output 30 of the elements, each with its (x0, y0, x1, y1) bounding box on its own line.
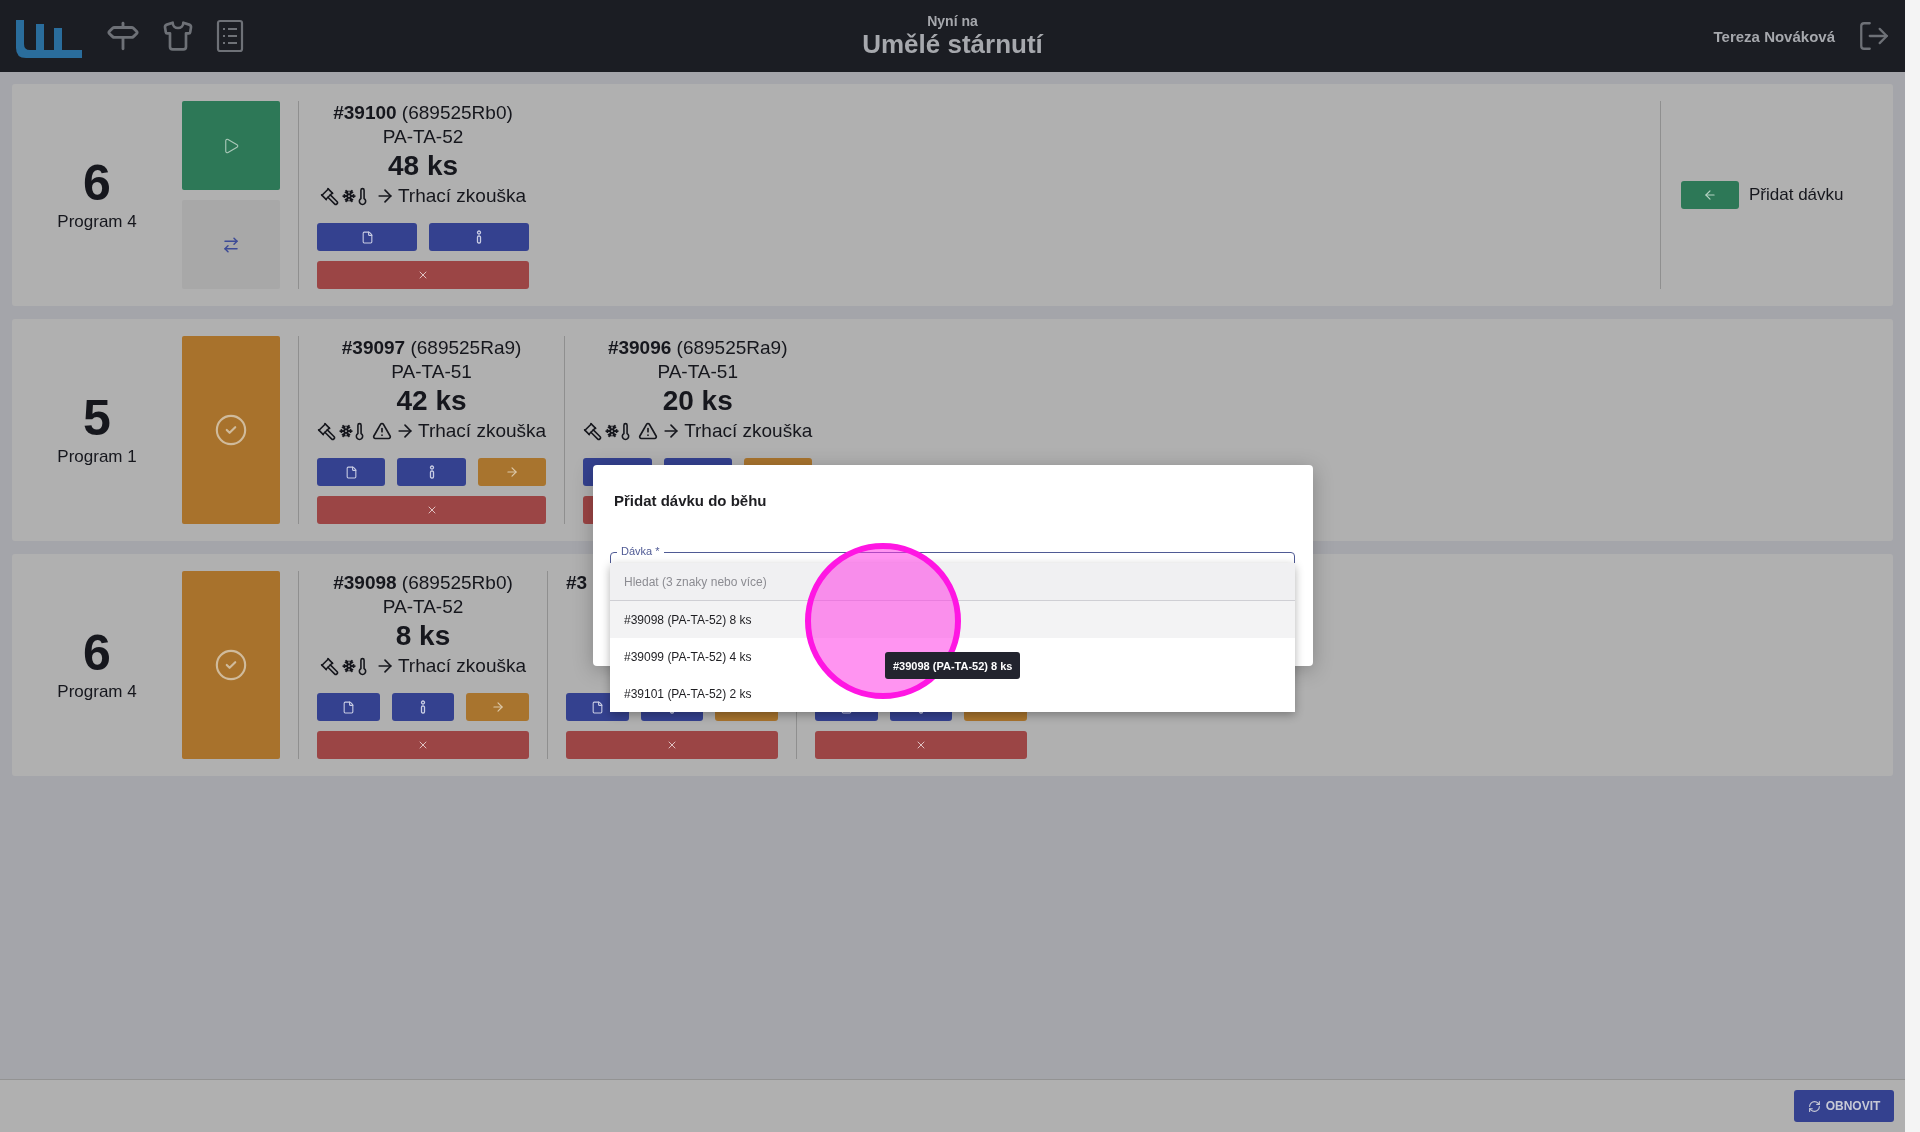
batch-quantity: 48 ks (387, 149, 459, 183)
user-name: Tereza Nováková (1713, 27, 1835, 45)
batch-id: #39096 (689525Ra9) (607, 336, 788, 360)
part-code: PA-TA-51 (391, 360, 472, 384)
batch-id: #39100 (689525Rb0) (333, 101, 513, 125)
tooltip: #39098 (PA-TA-52) 8 ks (885, 652, 1021, 679)
header-title: Umělé stárnutí (862, 28, 1043, 60)
batch-quantity: 42 ks (396, 384, 467, 418)
run-number: 6 (83, 628, 111, 678)
header-subtitle: Nyní na (927, 12, 978, 29)
add-batch-label: Přidat dávku (1749, 185, 1844, 205)
next-step: Trhací zkouška (418, 420, 547, 442)
run-number: 5 (83, 393, 111, 443)
next-step: Trhací zkouška (684, 420, 813, 442)
batch-quantity: 8 ks (395, 619, 451, 653)
program-name: Program 4 (57, 682, 137, 702)
program-name: Program 1 (57, 447, 137, 467)
dialog-title: Přidat dávku do běhu (614, 492, 767, 509)
batch-id: #39097 (689525Ra9) (341, 336, 522, 360)
run-number: 6 (83, 158, 111, 208)
batch-id: #39098 (689525Rb0) (333, 571, 513, 595)
program-name: Program 4 (57, 212, 137, 232)
part-code: PA-TA-51 (657, 360, 738, 384)
batch-quantity: 20 ks (662, 384, 733, 418)
batch-id: #3 (566, 571, 588, 595)
part-code: PA-TA-52 (382, 595, 464, 619)
next-step: Trhací zkouška (397, 655, 527, 677)
part-code: PA-TA-52 (382, 125, 464, 149)
next-step: Trhací zkouška (397, 185, 527, 207)
field-label: Dávka * (617, 545, 664, 557)
